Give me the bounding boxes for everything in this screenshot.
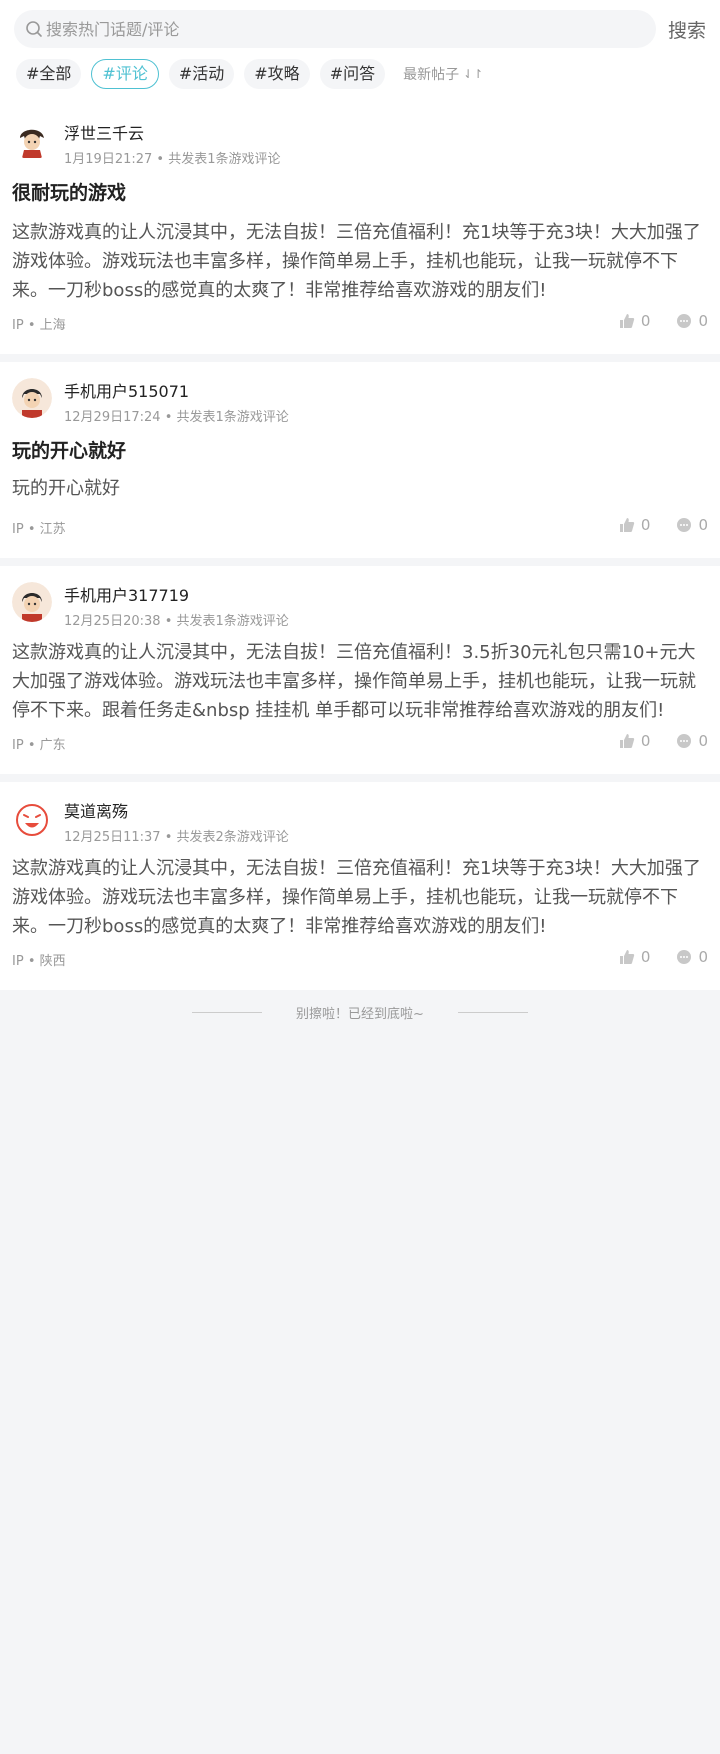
thumbs-up-icon <box>619 734 635 748</box>
divider-right <box>457 1011 528 1013</box>
like-button[interactable]: 0 <box>619 312 651 330</box>
meta-dot: • <box>27 318 40 333</box>
avatar[interactable] <box>12 582 52 622</box>
post-body[interactable]: 这款游戏真的让人沉浸其中，无法自拔！三倍充值福利！充1块等于充3块！大大加强了游… <box>12 854 708 941</box>
post-meta: 12月29日17:24 • 共发表1条游戏评论 <box>64 406 289 425</box>
meta-dot: • <box>156 152 169 167</box>
ip-label: IP <box>12 522 24 537</box>
like-button[interactable]: 0 <box>619 948 651 966</box>
comment-icon <box>677 950 692 964</box>
sort-label: 最新帖子 <box>403 67 460 83</box>
avatar[interactable] <box>12 378 52 418</box>
ip-region: 陕西 <box>39 954 66 969</box>
post-ip: IP • 陕西 <box>12 950 66 969</box>
tag-activity[interactable]: #活动 <box>168 59 235 89</box>
comment-icon <box>677 518 692 532</box>
post-item[interactable]: 手机用户515071 12月29日17:24 • 共发表1条游戏评论 玩的开心就… <box>0 362 720 558</box>
post-count: 共发表1条游戏评论 <box>176 614 289 629</box>
post-count: 共发表2条游戏评论 <box>176 830 289 845</box>
thumbs-up-icon <box>619 314 635 328</box>
post-actions: 0 0 <box>593 948 708 966</box>
post-time: 12月25日11:37 <box>64 830 161 845</box>
post-title: 很耐玩的游戏 <box>12 182 127 204</box>
post-count: 共发表1条游戏评论 <box>168 152 281 167</box>
ip-region: 广东 <box>39 738 66 753</box>
search-button[interactable]: 搜索 <box>668 16 706 43</box>
like-count: 0 <box>640 732 651 750</box>
like-button[interactable]: 0 <box>619 732 651 750</box>
divider-left <box>192 1011 263 1013</box>
post-body[interactable]: 这款游戏真的让人沉浸其中，无法自拔！三倍充值福利！3.5折30元礼包只需10+元… <box>12 638 708 725</box>
comment-button[interactable]: 0 <box>676 948 708 966</box>
comment-icon <box>677 734 692 748</box>
post-time: 1月19日21:27 <box>64 152 153 167</box>
post-meta: 12月25日11:37 • 共发表2条游戏评论 <box>64 826 289 845</box>
comment-count: 0 <box>698 516 708 534</box>
meta-dot: • <box>27 954 40 969</box>
sort-dropdown[interactable]: 最新帖子 ⇃↾ <box>403 64 483 84</box>
post-ip: IP • 江苏 <box>12 518 66 537</box>
post-time: 12月29日17:24 <box>64 410 161 425</box>
like-count: 0 <box>640 312 651 330</box>
ip-label: IP <box>12 738 24 753</box>
tag-bar: #全部 #评论 #活动 #攻略 #问答 最新帖子 ⇃↾ <box>16 59 483 89</box>
post-body[interactable]: 这款游戏真的让人沉浸其中，无法自拔！三倍充值福利！充1块等于充3块！大大加强了游… <box>12 218 708 305</box>
comment-icon <box>677 314 692 328</box>
post-item[interactable]: 莫道离殇 12月25日11:37 • 共发表2条游戏评论 这款游戏真的让人沉浸其… <box>0 782 720 990</box>
meta-dot: • <box>27 522 40 537</box>
ip-label: IP <box>12 954 24 969</box>
ip-region: 上海 <box>39 318 66 333</box>
search-row: 搜索 <box>14 10 706 48</box>
post-username[interactable]: 手机用户317719 <box>64 582 189 606</box>
meta-dot: • <box>164 410 177 425</box>
thumbs-up-icon <box>619 518 635 532</box>
post-meta: 12月25日20:38 • 共发表1条游戏评论 <box>64 610 289 629</box>
post-actions: 0 0 <box>593 312 708 330</box>
tag-review[interactable]: #评论 <box>91 59 159 89</box>
comment-count: 0 <box>698 732 708 750</box>
post-count: 共发表1条游戏评论 <box>176 410 289 425</box>
post-actions: 0 0 <box>593 732 708 750</box>
comment-count: 0 <box>698 948 708 966</box>
comment-count: 0 <box>698 312 708 330</box>
comment-button[interactable]: 0 <box>676 732 708 750</box>
ip-region: 江苏 <box>39 522 66 537</box>
post-item[interactable]: 手机用户317719 12月25日20:38 • 共发表1条游戏评论 这款游戏真… <box>0 566 720 774</box>
post-username[interactable]: 手机用户515071 <box>64 378 189 402</box>
like-button[interactable]: 0 <box>619 516 651 534</box>
tag-all[interactable]: #全部 <box>16 59 82 89</box>
search-input[interactable] <box>46 10 646 48</box>
comment-button[interactable]: 0 <box>676 312 708 330</box>
meta-dot: • <box>164 830 177 845</box>
thumbs-up-icon <box>619 950 635 964</box>
post-body[interactable]: 玩的开心就好 <box>12 474 708 503</box>
avatar[interactable] <box>12 798 52 838</box>
avatar[interactable] <box>12 120 52 160</box>
comment-button[interactable]: 0 <box>676 516 708 534</box>
meta-dot: • <box>164 614 177 629</box>
post-ip: IP • 广东 <box>12 734 66 753</box>
header: 搜索 #全部 #评论 #活动 #攻略 #问答 最新帖子 ⇃↾ <box>0 0 720 104</box>
post-time: 12月25日20:38 <box>64 614 161 629</box>
like-count: 0 <box>640 948 651 966</box>
post-actions: 0 0 <box>593 516 708 534</box>
search-icon <box>26 21 42 37</box>
post-meta: 1月19日21:27 • 共发表1条游戏评论 <box>64 148 281 167</box>
meta-dot: • <box>27 738 40 753</box>
tag-qa[interactable]: #问答 <box>319 59 386 89</box>
tag-guide[interactable]: #攻略 <box>244 59 310 89</box>
post-username[interactable]: 浮世三千云 <box>64 120 144 144</box>
end-of-list: 别擦啦！已经到底啦~ <box>0 1000 720 1024</box>
post-item[interactable]: 浮世三千云 1月19日21:27 • 共发表1条游戏评论 很耐玩的游戏 这款游戏… <box>0 104 720 354</box>
post-ip: IP • 上海 <box>12 314 66 333</box>
end-text: 别擦啦！已经到底啦~ <box>296 1006 424 1022</box>
ip-label: IP <box>12 318 24 333</box>
post-username[interactable]: 莫道离殇 <box>64 798 128 822</box>
sort-arrows-icon: ⇃↾ <box>463 67 484 81</box>
like-count: 0 <box>640 516 651 534</box>
search-box[interactable] <box>14 10 656 48</box>
post-title: 玩的开心就好 <box>12 440 127 462</box>
